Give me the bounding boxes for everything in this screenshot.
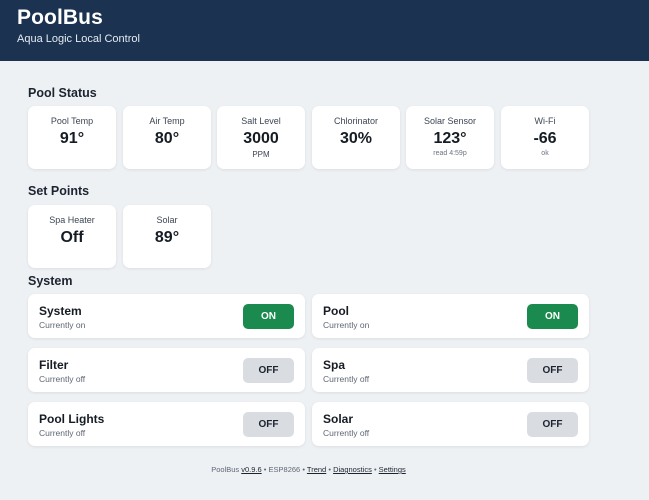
stat-unit: PPM [252,150,270,159]
stat-value: -66 [533,130,557,147]
toggle-name: Spa [323,358,346,372]
footer-separator: • [373,465,377,474]
app-header: PoolBus Aqua Logic Local Control [0,0,649,61]
stat-value: 91° [59,130,85,147]
setpoint-value: 89° [154,229,180,246]
stat-card-wifi: Wi-Fi -66 ok [501,106,589,169]
footer-separator: • [328,465,331,474]
setpoint-card-spa-heater: Spa Heater Off [28,205,116,268]
version-link[interactable]: v0.9.6 [241,465,261,474]
toggle-state: Currently off [323,374,370,384]
toggle-name: Pool [323,304,349,318]
pool-toggle-button[interactable]: ON [527,304,578,329]
footer: PoolBus v0.9.6 • ESP8266 • Trend • Diagn… [0,465,617,474]
diagnostics-link[interactable]: Diagnostics [333,465,372,474]
footer-device: ESP8266 [268,465,301,474]
stat-label: Solar Sensor [423,116,477,126]
setpoint-label: Solar [156,215,178,225]
toggle-card-pool-lights: Pool Lights Currently off OFF [28,402,305,446]
stat-value: 30% [339,130,373,147]
toggle-card-filter: Filter Currently off OFF [28,348,305,392]
setpoint-card-solar: Solar 89° [123,205,211,268]
pool-lights-toggle-button[interactable]: OFF [243,412,294,437]
toggle-state: Currently on [39,320,86,330]
stat-card-solar-sensor: Solar Sensor 123° read 4:59p [406,106,494,169]
stat-label: Pool Temp [50,116,94,126]
toggle-state: Currently on [323,320,370,330]
toggle-name: Filter [39,358,69,372]
setpoint-label: Spa Heater [49,215,95,225]
trend-link[interactable]: Trend [307,465,326,474]
stat-card-chlorinator: Chlorinator 30% [312,106,400,169]
toggle-card-solar: Solar Currently off OFF [312,402,589,446]
spa-toggle-button[interactable]: OFF [527,358,578,383]
filter-toggle-button[interactable]: OFF [243,358,294,383]
stat-value: 80° [154,130,180,147]
stat-label: Wi-Fi [534,116,556,126]
stat-value: 3000 [243,130,279,147]
stat-label: Chlorinator [333,116,379,126]
stat-label: Air Temp [149,116,185,126]
footer-separator: • [302,465,305,474]
app-subtitle: Aqua Logic Local Control [17,33,140,45]
toggle-state: Currently off [323,428,370,438]
toggle-state: Currently off [39,374,86,384]
toggle-card-pool: Pool Currently on ON [312,294,589,338]
footer-separator: • [263,465,267,474]
app-title: PoolBus [17,6,103,29]
solar-toggle-button[interactable]: OFF [527,412,578,437]
footer-app-name: PoolBus [211,465,240,474]
setpoint-value: Off [60,229,84,246]
stat-card-salt-level: Salt Level 3000 PPM [217,106,305,169]
toggle-name: System [39,304,82,318]
system-toggle-button[interactable]: ON [243,304,294,329]
section-title-system: System [28,274,73,288]
stat-card-air-temp: Air Temp 80° [123,106,211,169]
stat-label: Salt Level [241,116,281,126]
stat-value: 123° [433,130,467,147]
stat-note: ok [541,150,549,157]
toggle-card-spa: Spa Currently off OFF [312,348,589,392]
section-title-pool-status: Pool Status [28,86,97,100]
toggle-state: Currently off [39,428,86,438]
settings-link[interactable]: Settings [379,465,406,474]
toggle-card-system: System Currently on ON [28,294,305,338]
toggle-name: Solar [323,412,354,426]
stat-note: read 4:59p [433,150,467,157]
stat-card-pool-temp: Pool Temp 91° [28,106,116,169]
section-title-set-points: Set Points [28,184,90,198]
toggle-name: Pool Lights [39,412,105,426]
